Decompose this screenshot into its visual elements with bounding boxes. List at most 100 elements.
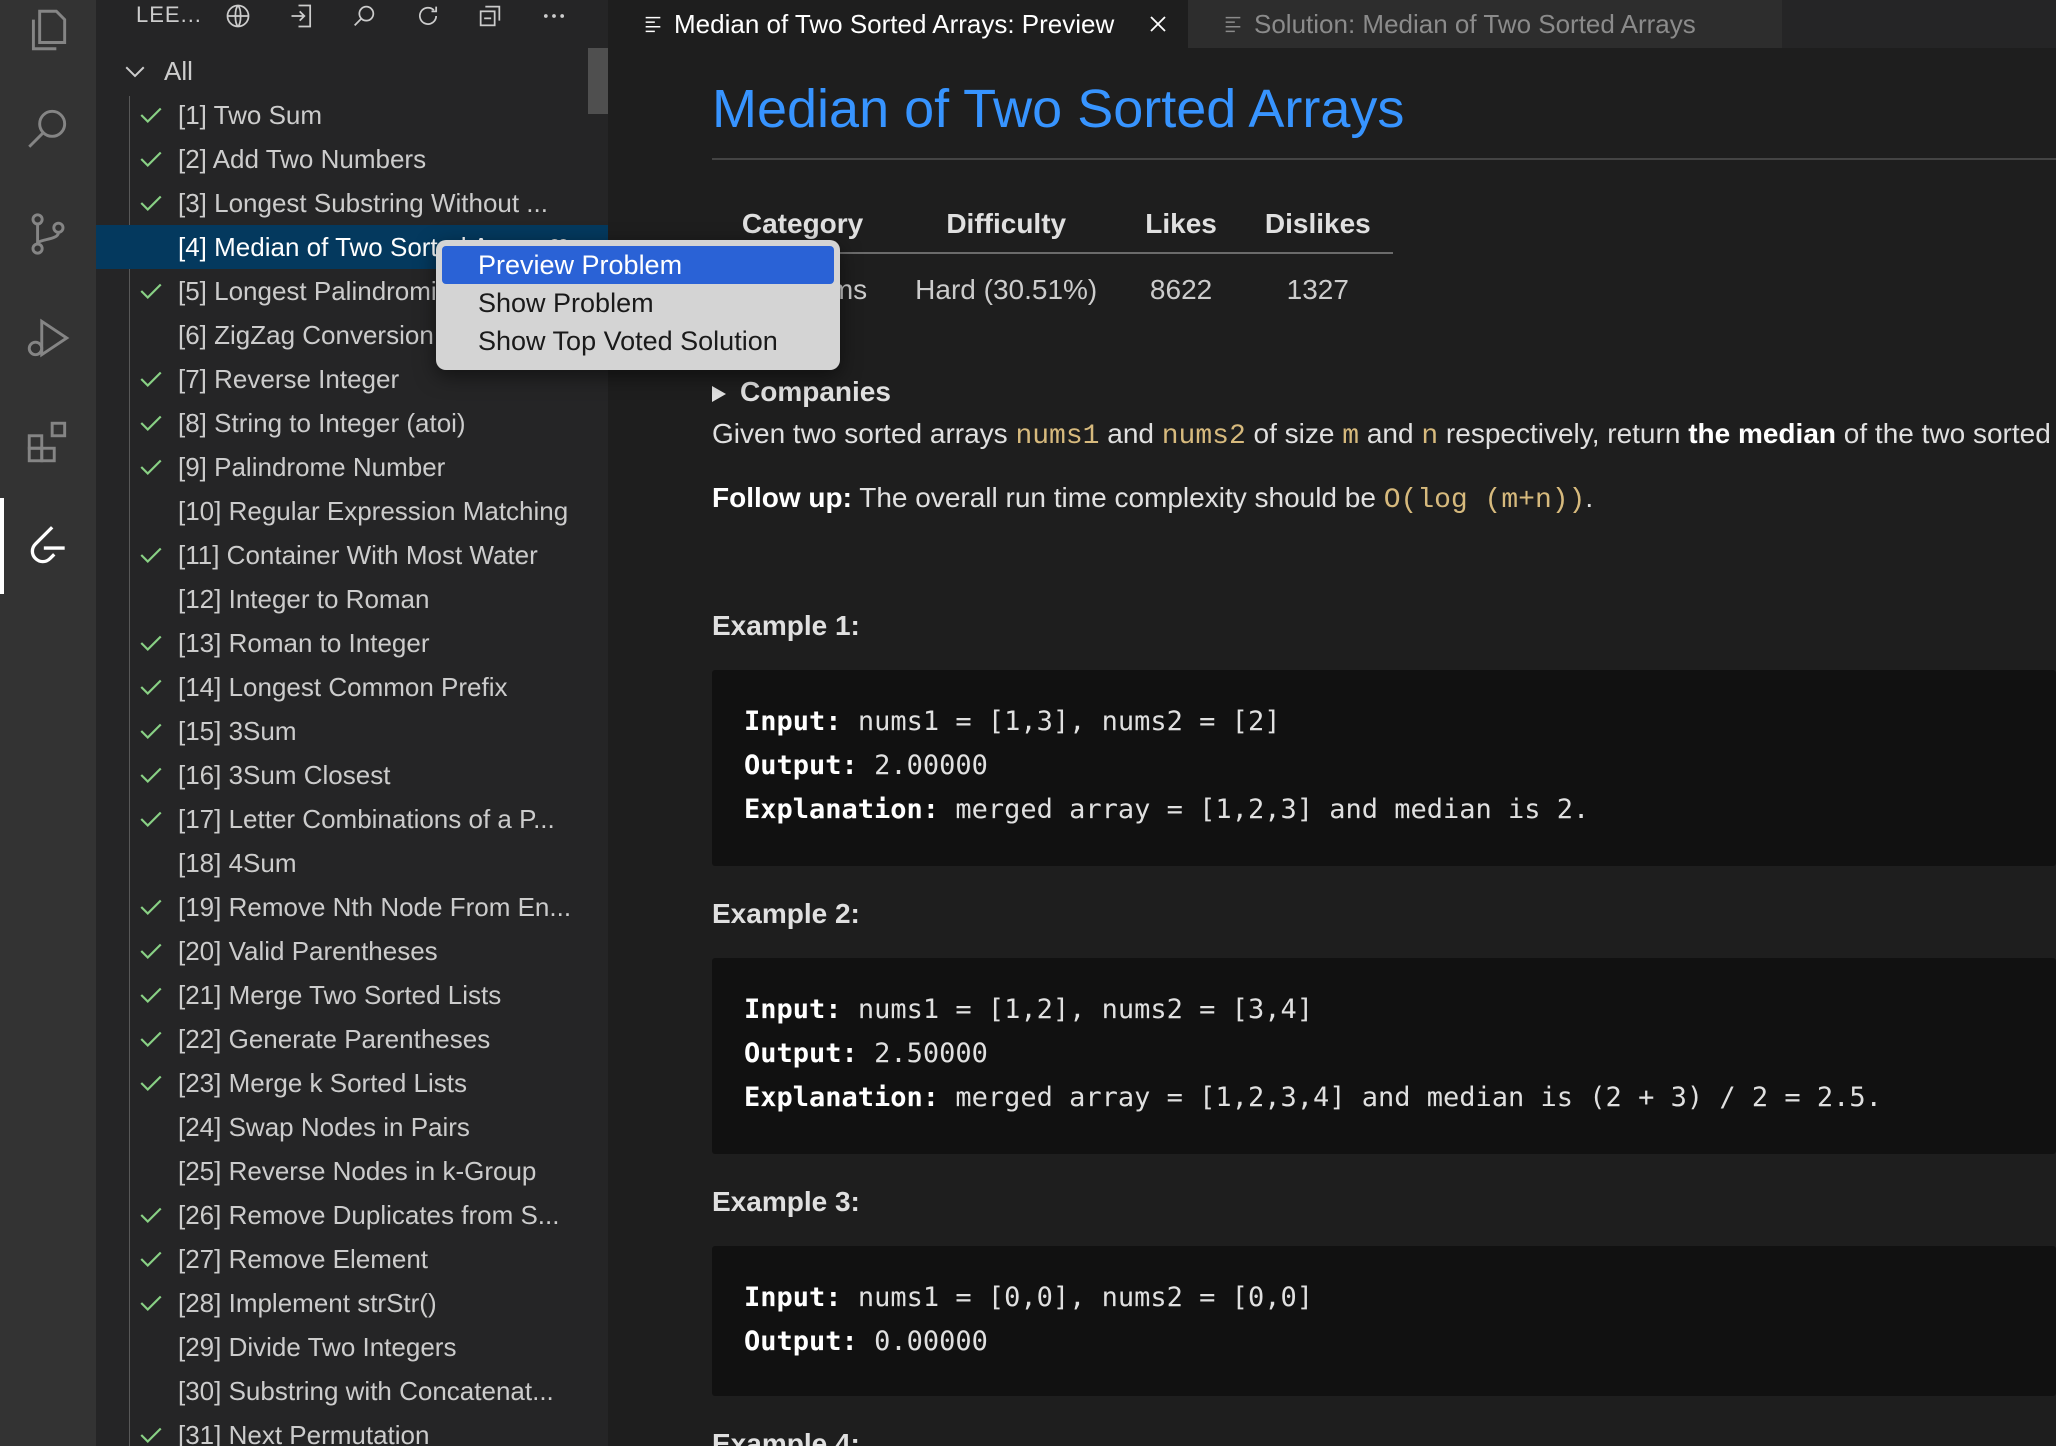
check-icon	[140, 415, 162, 432]
close-icon[interactable]	[1146, 12, 1170, 36]
desc-text: of size	[1245, 418, 1343, 449]
problem-item[interactable]: [26] Remove Duplicates from S...	[96, 1193, 608, 1237]
problem-label: [28] Implement strStr()	[178, 1288, 437, 1318]
leetcode-icon[interactable]	[18, 516, 78, 576]
problem-item[interactable]: [25] Reverse Nodes in k-Group	[96, 1149, 608, 1193]
example-heading: Example 2:	[712, 898, 860, 929]
problem-item[interactable]: [28] Implement strStr()	[96, 1281, 608, 1325]
problem-item[interactable]: [17] Letter Combinations of a P...	[96, 797, 608, 841]
problem-item[interactable]: [27] Remove Element	[96, 1237, 608, 1281]
check-icon	[140, 635, 162, 652]
table-header: Likes	[1119, 208, 1239, 254]
problem-item[interactable]: [3] Longest Substring Without ...	[96, 181, 608, 225]
check-icon	[140, 679, 162, 696]
tab-preview[interactable]: Median of Two Sorted Arrays: Preview	[608, 0, 1188, 48]
run-debug-icon[interactable]	[18, 308, 78, 368]
follow-up-text: The overall run time complexity should b…	[851, 482, 1384, 513]
problem-item[interactable]: [19] Remove Nth Node From En...	[96, 885, 608, 929]
problem-item[interactable]: [12] Integer to Roman	[96, 577, 608, 621]
check-icon	[140, 283, 162, 300]
companies-toggle[interactable]: Companies	[712, 376, 891, 408]
refresh-icon[interactable]	[412, 0, 444, 32]
tab-solution[interactable]: Solution: Median of Two Sorted Arrays	[1188, 0, 1782, 48]
search-problem-icon[interactable]	[348, 0, 380, 32]
problem-item[interactable]: [23] Merge k Sorted Lists	[96, 1061, 608, 1105]
problem-label: [17] Letter Combinations of a P...	[178, 804, 555, 834]
check-icon	[140, 1427, 162, 1444]
follow-up-end: .	[1585, 482, 1594, 513]
explorer-icon[interactable]	[18, 0, 78, 60]
problem-item[interactable]: [15] 3Sum	[96, 709, 608, 753]
divider	[712, 158, 2056, 160]
expand-triangle-icon	[712, 385, 726, 402]
problem-label: [14] Longest Common Prefix	[178, 672, 508, 702]
companies-label: Companies	[740, 376, 891, 407]
problem-item[interactable]: [20] Valid Parentheses	[96, 929, 608, 973]
check-icon	[140, 943, 162, 960]
problem-item[interactable]: [2] Add Two Numbers	[96, 137, 608, 181]
difficulty-value: Hard (30.51%)	[915, 274, 1098, 305]
check-icon	[140, 195, 162, 212]
check-icon	[140, 371, 162, 388]
inline-code: O(log (m+n))	[1383, 485, 1586, 516]
problem-item[interactable]: [21] Merge Two Sorted Lists	[96, 973, 608, 1017]
leetcode-sidebar: LEE... All [1] Two Sum [2] Add Two Numbe…	[96, 0, 608, 1446]
problem-item[interactable]: [24] Swap Nodes in Pairs	[96, 1105, 608, 1149]
source-control-icon[interactable]	[18, 204, 78, 264]
example-output: Output: 2.50000	[744, 1038, 988, 1069]
more-actions-icon[interactable]	[538, 0, 570, 32]
problem-item[interactable]: [31] Next Permutation	[96, 1413, 608, 1446]
desc-text: respectively, return	[1438, 418, 1689, 449]
problem-item[interactable]: [13] Roman to Integer	[96, 621, 608, 665]
check-icon	[140, 1207, 162, 1224]
problem-item[interactable]: [16] 3Sum Closest	[96, 753, 608, 797]
problem-label: [29] Divide Two Integers	[178, 1332, 457, 1362]
page-title: Median of Two Sorted Arrays	[712, 79, 1405, 139]
problem-label: [18] 4Sum	[178, 848, 297, 878]
menu-item-show-top-voted-solution[interactable]: Show Top Voted Solution	[442, 322, 834, 360]
desc-text: of the two sorted arrays.	[1843, 418, 2056, 449]
problem-item[interactable]: [11] Container With Most Water	[96, 533, 608, 577]
example-input: Input: nums1 = [1,3], nums2 = [2]	[744, 706, 1281, 737]
likes-value: 8622	[1149, 274, 1213, 305]
tree-root-label: All	[164, 55, 193, 86]
tree-root-all[interactable]: All	[120, 50, 193, 92]
preview-file-icon	[1225, 16, 1241, 33]
extensions-icon[interactable]	[18, 412, 78, 472]
problem-label: [25] Reverse Nodes in k-Group	[178, 1156, 537, 1186]
problem-label: [24] Swap Nodes in Pairs	[178, 1112, 470, 1142]
problem-item[interactable]: [1] Two Sum	[96, 93, 608, 137]
problem-label: [22] Generate Parentheses	[178, 1024, 491, 1054]
problem-label: [19] Remove Nth Node From En...	[178, 892, 572, 922]
problem-item[interactable]: [14] Longest Common Prefix	[96, 665, 608, 709]
problem-item[interactable]: [18] 4Sum	[96, 841, 608, 885]
check-icon	[140, 811, 162, 828]
example-explanation: Explanation: merged array = [1,2,3] and …	[744, 794, 1590, 825]
problem-label: [12] Integer to Roman	[178, 584, 430, 614]
problem-label: [1] Two Sum	[178, 100, 323, 130]
problem-item[interactable]: [30] Substring with Concatenat...	[96, 1369, 608, 1413]
sign-in-icon[interactable]	[286, 0, 318, 32]
menu-item-preview-problem[interactable]: Preview Problem	[442, 246, 834, 284]
example-output: Output: 2.00000	[744, 750, 988, 781]
sidebar-header: LEE...	[96, 0, 608, 32]
menu-item-show-problem[interactable]: Show Problem	[442, 284, 834, 322]
example-input: Input: nums1 = [0,0], nums2 = [0,0]	[744, 1282, 1313, 1313]
problem-label: [2] Add Two Numbers	[178, 144, 427, 174]
check-icon	[140, 767, 162, 784]
example-code-block: Input: nums1 = [1,3], nums2 = [2] Output…	[712, 670, 2056, 866]
check-icon	[140, 107, 162, 124]
problem-item[interactable]: [10] Regular Expression Matching	[96, 489, 608, 533]
search-icon[interactable]	[18, 98, 78, 158]
problem-item[interactable]: [29] Divide Two Integers	[96, 1325, 608, 1369]
context-menu: Preview Problem Show Problem Show Top Vo…	[436, 240, 840, 370]
collapse-all-icon[interactable]	[474, 0, 506, 32]
active-indicator	[0, 498, 4, 594]
sidebar-title: LEE...	[136, 2, 202, 27]
problem-item[interactable]: [8] String to Integer (atoi)	[96, 401, 608, 445]
problem-item[interactable]: [22] Generate Parentheses	[96, 1017, 608, 1061]
problem-item[interactable]: [9] Palindrome Number	[96, 445, 608, 489]
problem-label: [6] ZigZag Conversion	[178, 320, 434, 350]
example-heading: Example 1:	[712, 610, 860, 641]
globe-icon[interactable]	[222, 0, 254, 32]
